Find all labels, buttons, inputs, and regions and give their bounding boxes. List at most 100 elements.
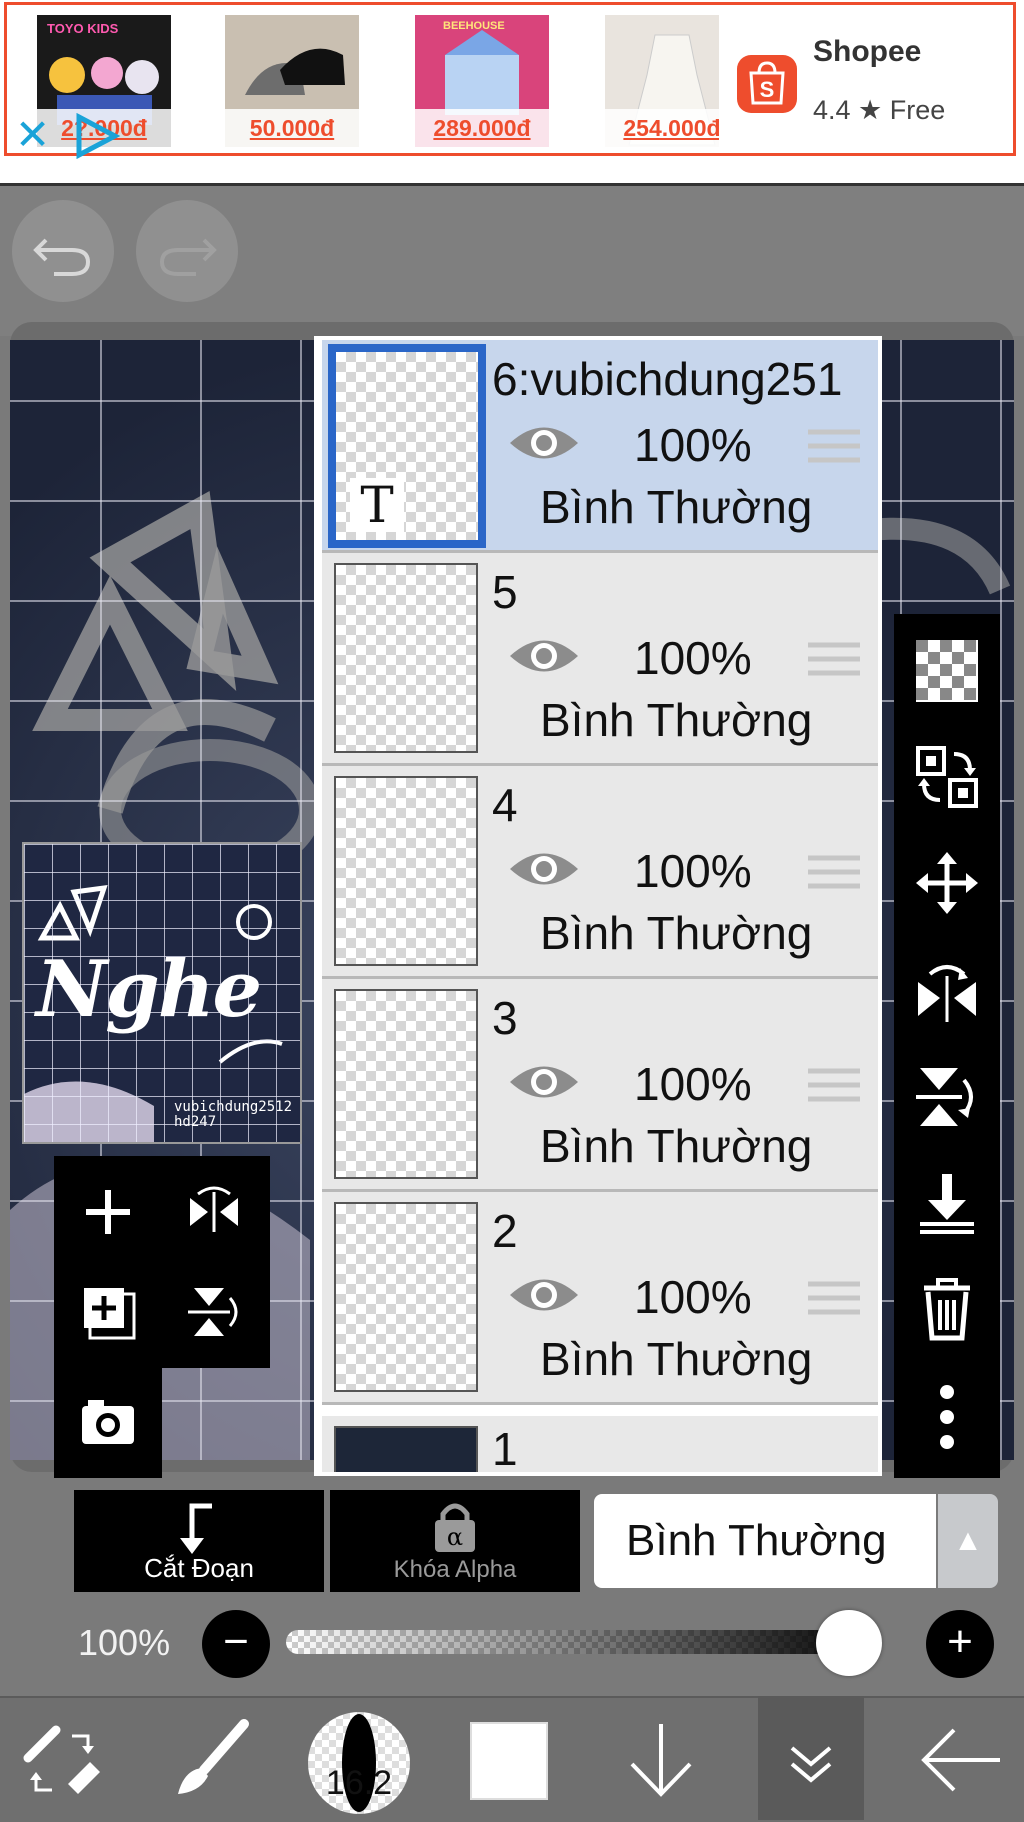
layer-thumbnail[interactable] <box>334 1202 478 1392</box>
opacity-slider-thumb[interactable] <box>816 1610 882 1676</box>
layer-name: 4 <box>492 779 518 831</box>
ad-banner[interactable]: TOYO KIDS 2?.000đ 50.000đ BEEHOUSE 289.0… <box>0 0 1024 186</box>
layer-row[interactable]: 2 100% Bình Thường <box>322 1192 878 1405</box>
add-layer-icon[interactable] <box>78 1282 138 1342</box>
tool-switch-icon[interactable] <box>16 1718 106 1802</box>
lock-icon: α <box>435 1503 475 1552</box>
canvas-preview[interactable]: Nghe vubichdung2512 hd247 <box>22 842 302 1144</box>
text-layer-icon: T <box>350 478 404 532</box>
layer-opacity: 100% <box>634 1058 752 1110</box>
svg-text:TOYO KIDS: TOYO KIDS <box>47 21 119 36</box>
svg-text:BEEHOUSE: BEEHOUSE <box>443 20 505 32</box>
merge-down-icon[interactable] <box>914 1170 980 1236</box>
opacity-slider[interactable] <box>286 1630 882 1654</box>
opacity-increase-button[interactable]: + <box>926 1610 994 1678</box>
layer-row[interactable]: 5 100% Bình Thường <box>322 553 878 766</box>
color-swatch[interactable] <box>470 1722 548 1800</box>
double-chevron-down-icon[interactable] <box>766 1718 856 1802</box>
opacity-decrease-button[interactable]: − <box>202 1610 270 1678</box>
layer-blend-mode: Bình Thường <box>540 481 813 533</box>
eye-icon[interactable] <box>506 420 582 466</box>
clip-arrow-icon <box>180 1503 212 1554</box>
redo-icon <box>159 238 217 276</box>
back-arrow-icon[interactable] <box>916 1718 1006 1802</box>
alpha-lock-button[interactable]: α Khóa Alpha <box>330 1490 580 1592</box>
layer-thumbnail[interactable]: T <box>328 344 486 548</box>
layer-thumbnail[interactable] <box>334 989 478 1179</box>
layer-thumbnail[interactable] <box>334 1426 478 1472</box>
layer-tools-panel-lower <box>54 1368 162 1480</box>
eye-icon[interactable] <box>506 1272 582 1318</box>
layer-row[interactable]: 3 100% Bình Thường <box>322 979 878 1192</box>
layer-name: 6:vubichdung251 <box>492 353 843 405</box>
flip-vertical-icon[interactable] <box>914 1064 980 1130</box>
layer-opacity: 100% <box>634 632 752 684</box>
camera-icon[interactable] <box>78 1392 138 1452</box>
flip-horizontal-icon[interactable] <box>184 1182 244 1242</box>
redo-button[interactable] <box>136 200 238 302</box>
drag-handle-icon[interactable] <box>806 1278 862 1318</box>
ad-frame[interactable]: TOYO KIDS 2?.000đ 50.000đ BEEHOUSE 289.0… <box>4 2 1016 159</box>
more-icon[interactable] <box>914 1384 980 1450</box>
transparency-icon[interactable] <box>914 638 980 704</box>
layer-opacity: 100% <box>634 1271 752 1323</box>
drag-handle-icon[interactable] <box>806 639 862 679</box>
clipping-button[interactable]: Cắt Đoạn <box>74 1490 324 1592</box>
alpha-lock-label: Khóa Alpha <box>393 1556 517 1583</box>
layer-thumbnail[interactable] <box>334 563 478 753</box>
clipping-label: Cắt Đoạn <box>144 1553 254 1583</box>
undo-icon <box>33 238 91 276</box>
ad-product-3[interactable]: BEEHOUSE 289.000đ <box>415 15 549 147</box>
drag-handle-icon[interactable] <box>806 1065 862 1105</box>
layer-opacity: 100% <box>634 845 752 897</box>
preview-credit: vubichdung2512 hd247 <box>174 1099 293 1130</box>
ad-price: 289.000đ <box>415 109 549 147</box>
ad-product-4[interactable]: 254.000đ <box>605 15 719 147</box>
layer-name: 5 <box>492 566 518 618</box>
layer-blend-mode: Bình Thường <box>540 1120 813 1172</box>
layer-actions-toolbar <box>894 614 1000 1478</box>
layer-row[interactable]: T 6:vubichdung251 100% Bình Thường <box>322 340 878 553</box>
plus-icon[interactable] <box>78 1182 138 1242</box>
adchoices-icon[interactable] <box>73 113 121 159</box>
eye-icon[interactable] <box>506 846 582 892</box>
brush-size-value: 16.2 <box>325 1764 393 1802</box>
undo-button[interactable] <box>12 200 114 302</box>
preview-title: Nghe <box>36 944 262 1035</box>
store-name: Shopee <box>813 35 922 68</box>
layer-name: 3 <box>492 992 518 1044</box>
layer-panel[interactable]: T 6:vubichdung251 100% Bình Thường 5 100… <box>314 336 882 1476</box>
move-to-layer-icon[interactable] <box>914 744 980 810</box>
layer-name: 2 <box>492 1205 518 1257</box>
layer-tools-panel <box>54 1156 270 1368</box>
layer-thumbnail[interactable] <box>334 776 478 966</box>
blend-mode-select[interactable]: Bình Thường <box>594 1494 936 1588</box>
store-rating: 4.4 ★ Free <box>813 95 946 125</box>
eye-icon[interactable] <box>506 633 582 679</box>
shopee-logo-icon: S <box>737 55 797 113</box>
layer-opacity: 100% <box>634 419 752 471</box>
svg-text:S: S <box>760 77 775 102</box>
brush-size-button[interactable]: 16.2 <box>308 1712 410 1814</box>
layer-blend-mode: Bình Thường <box>540 1333 813 1385</box>
flip-horizontal-icon[interactable] <box>914 958 980 1024</box>
move-icon[interactable] <box>914 850 980 916</box>
layer-name: 1 <box>492 1423 518 1475</box>
ad-product-2[interactable]: 50.000đ <box>225 15 359 147</box>
alpha-glyph: α <box>447 1523 463 1551</box>
ad-price: 254.000đ <box>605 109 719 147</box>
flip-vertical-icon[interactable] <box>184 1282 244 1342</box>
eye-icon[interactable] <box>506 1059 582 1105</box>
drag-handle-icon[interactable] <box>806 852 862 892</box>
close-icon[interactable]: ✕ <box>15 114 50 156</box>
arrow-down-icon[interactable] <box>616 1718 706 1802</box>
brush-icon[interactable] <box>164 1718 254 1802</box>
layer-blend-mode: Bình Thường <box>540 694 813 746</box>
drag-handle-icon[interactable] <box>806 426 862 466</box>
opacity-label: 100% <box>78 1622 171 1663</box>
blend-mode-dropdown-icon[interactable]: ▲ <box>938 1494 998 1588</box>
layer-row[interactable]: 1 <box>322 1416 878 1475</box>
layer-blend-mode: Bình Thường <box>540 907 813 959</box>
layer-row[interactable]: 4 100% Bình Thường <box>322 766 878 979</box>
trash-icon[interactable] <box>914 1276 980 1342</box>
